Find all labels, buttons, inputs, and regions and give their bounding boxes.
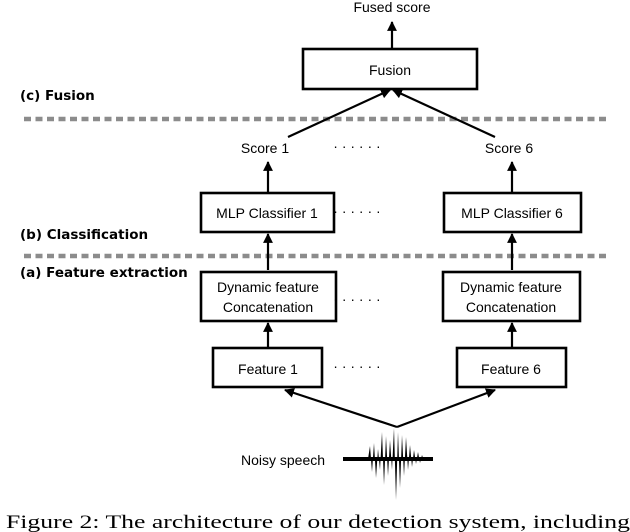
- fusion-box-label: Fusion: [369, 62, 411, 78]
- concatenation-6-line2: Concatenation: [466, 299, 556, 315]
- feature-ellipsis: · · · · · ·: [333, 358, 380, 374]
- architecture-diagram: Fused score Fusion (c) Fusion Score 1 · …: [6, 0, 630, 532]
- speech-to-feature1-arrow: [284, 388, 398, 429]
- concatenation-1-line1: Dynamic feature: [217, 279, 319, 295]
- feature-1-label: Feature 1: [238, 361, 298, 377]
- score-6-label: Score 6: [485, 140, 533, 156]
- stage-label-fusion: (c) Fusion: [20, 88, 95, 104]
- score1-to-fusion-arrow: [287, 89, 391, 138]
- classifier-ellipsis: · · · · · ·: [333, 203, 380, 219]
- noisy-speech-label: Noisy speech: [241, 452, 325, 468]
- stage-label-classification: (b) Classification: [20, 227, 148, 243]
- score-1-label: Score 1: [241, 140, 289, 156]
- concatenation-6-line1: Dynamic feature: [460, 279, 562, 295]
- concatenation-ellipsis: · · · · · ·: [333, 291, 380, 307]
- waveform-icon: [343, 428, 433, 500]
- mlp-classifier-1-label: MLP Classifier 1: [216, 205, 318, 221]
- score6-to-fusion-arrow: [392, 89, 496, 138]
- figure-caption: Figure 2: The architecture of our detect…: [6, 512, 630, 532]
- fused-score-label: Fused score: [353, 0, 430, 15]
- speech-to-feature6-arrow: [396, 388, 496, 429]
- feature-6-label: Feature 6: [481, 361, 541, 377]
- stage-label-feature-extraction: (a) Feature extraction: [20, 265, 188, 281]
- mlp-classifier-6-label: MLP Classifier 6: [461, 205, 563, 221]
- concatenation-1-line2: Concatenation: [223, 299, 313, 315]
- score-ellipsis: · · · · · ·: [333, 138, 380, 154]
